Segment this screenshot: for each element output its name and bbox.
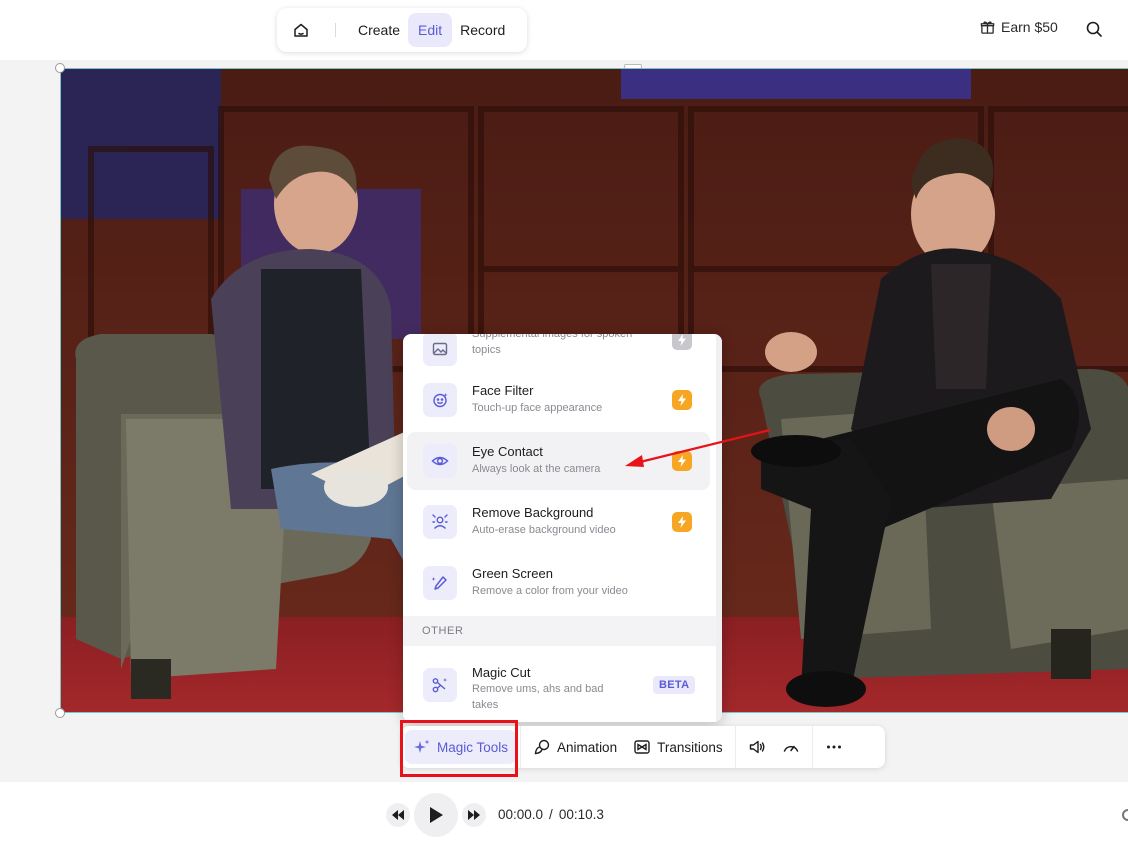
play-icon (430, 807, 443, 823)
more-button[interactable] (817, 730, 851, 764)
home-icon (294, 23, 308, 37)
speed-button[interactable] (774, 730, 808, 764)
play-button[interactable] (414, 793, 458, 837)
search-button[interactable] (1084, 19, 1104, 39)
eye-icon (423, 444, 457, 478)
rewind-icon (392, 810, 404, 820)
top-bar: Create Edit Record Earn $50 (0, 0, 1128, 60)
more-icon (826, 745, 841, 749)
section-label-other: OTHER (403, 616, 722, 646)
fast-forward-button[interactable] (462, 803, 486, 827)
speed-icon (783, 745, 798, 752)
transitions-icon (634, 740, 650, 754)
menu-scrollbar[interactable] (716, 334, 722, 722)
fast-forward-icon (468, 810, 480, 820)
scissors-sparkle-icon (423, 668, 457, 702)
transitions-label: Transitions (657, 739, 723, 755)
animation-label: Animation (557, 739, 618, 755)
earn-button[interactable]: Earn $50 (980, 19, 1058, 35)
menu-item-subtitle: Remove a color from your video (472, 585, 628, 597)
annotation-highlight-box (400, 720, 518, 777)
gift-icon (980, 20, 995, 34)
annotation-arrow (625, 428, 771, 467)
menu-item-title: Eye Contact (472, 444, 543, 459)
menu-item-subtitle: Remove ums, ahs and bad takes (472, 683, 604, 711)
playback-time: 00:00.0 / 00:10.3 (498, 807, 604, 822)
beta-badge: BETA (653, 676, 696, 694)
bolt-icon (672, 512, 692, 532)
menu-item-title: Remove Background (472, 505, 594, 520)
animation-icon (534, 739, 550, 755)
menu-item-subtitle: Touch-up face appearance (472, 402, 603, 414)
tab-create[interactable]: Create (350, 13, 408, 47)
divider (811, 726, 813, 768)
resize-handle-bottom-left[interactable] (55, 708, 65, 718)
divider (335, 23, 336, 37)
menu-item-title: Green Screen (472, 566, 553, 581)
earn-label: Earn $50 (1001, 19, 1058, 35)
menu-item-subtitle: Supplemental images for spoken topics (472, 334, 633, 356)
image-icon (423, 334, 457, 366)
mode-switcher: Create Edit Record (277, 8, 527, 52)
volume-button[interactable] (740, 730, 774, 764)
menu-item-remove-background[interactable]: Remove Background Auto-erase background … (407, 493, 710, 551)
search-icon (1086, 21, 1102, 37)
magic-tools-menu: Supplemental images for spoken topics Fa… (403, 334, 722, 722)
player-bar: 00:00.0 / 00:10.3 (0, 782, 1128, 846)
bolt-icon (672, 390, 692, 410)
menu-item-green-screen[interactable]: Green Screen Remove a color from your vi… (407, 554, 710, 612)
menu-item-subtitle: Auto-erase background video (472, 524, 616, 536)
settings-icon[interactable] (1122, 809, 1128, 821)
menu-item-magic-cut[interactable]: Magic Cut Remove ums, ahs and bad takes … (407, 656, 710, 714)
face-sparkle-icon (423, 383, 457, 417)
bolt-icon (672, 334, 692, 350)
resize-handle-top-left[interactable] (55, 63, 65, 73)
person-erase-icon (423, 505, 457, 539)
menu-item-title: Magic Cut (472, 665, 531, 680)
rewind-button[interactable] (386, 803, 410, 827)
transitions-button[interactable]: Transitions (625, 730, 731, 764)
tab-record[interactable]: Record (452, 13, 513, 47)
tab-edit[interactable]: Edit (408, 13, 453, 47)
animation-button[interactable]: Animation (525, 730, 625, 764)
eyedropper-icon (423, 566, 457, 600)
volume-icon (749, 740, 765, 754)
time-separator: / (549, 807, 553, 822)
divider (520, 726, 522, 768)
home-button[interactable] (285, 14, 317, 46)
total-time: 00:10.3 (558, 807, 604, 822)
current-time: 00:00.0 (498, 807, 544, 822)
menu-item-title: Face Filter (472, 383, 534, 398)
divider (734, 726, 736, 768)
